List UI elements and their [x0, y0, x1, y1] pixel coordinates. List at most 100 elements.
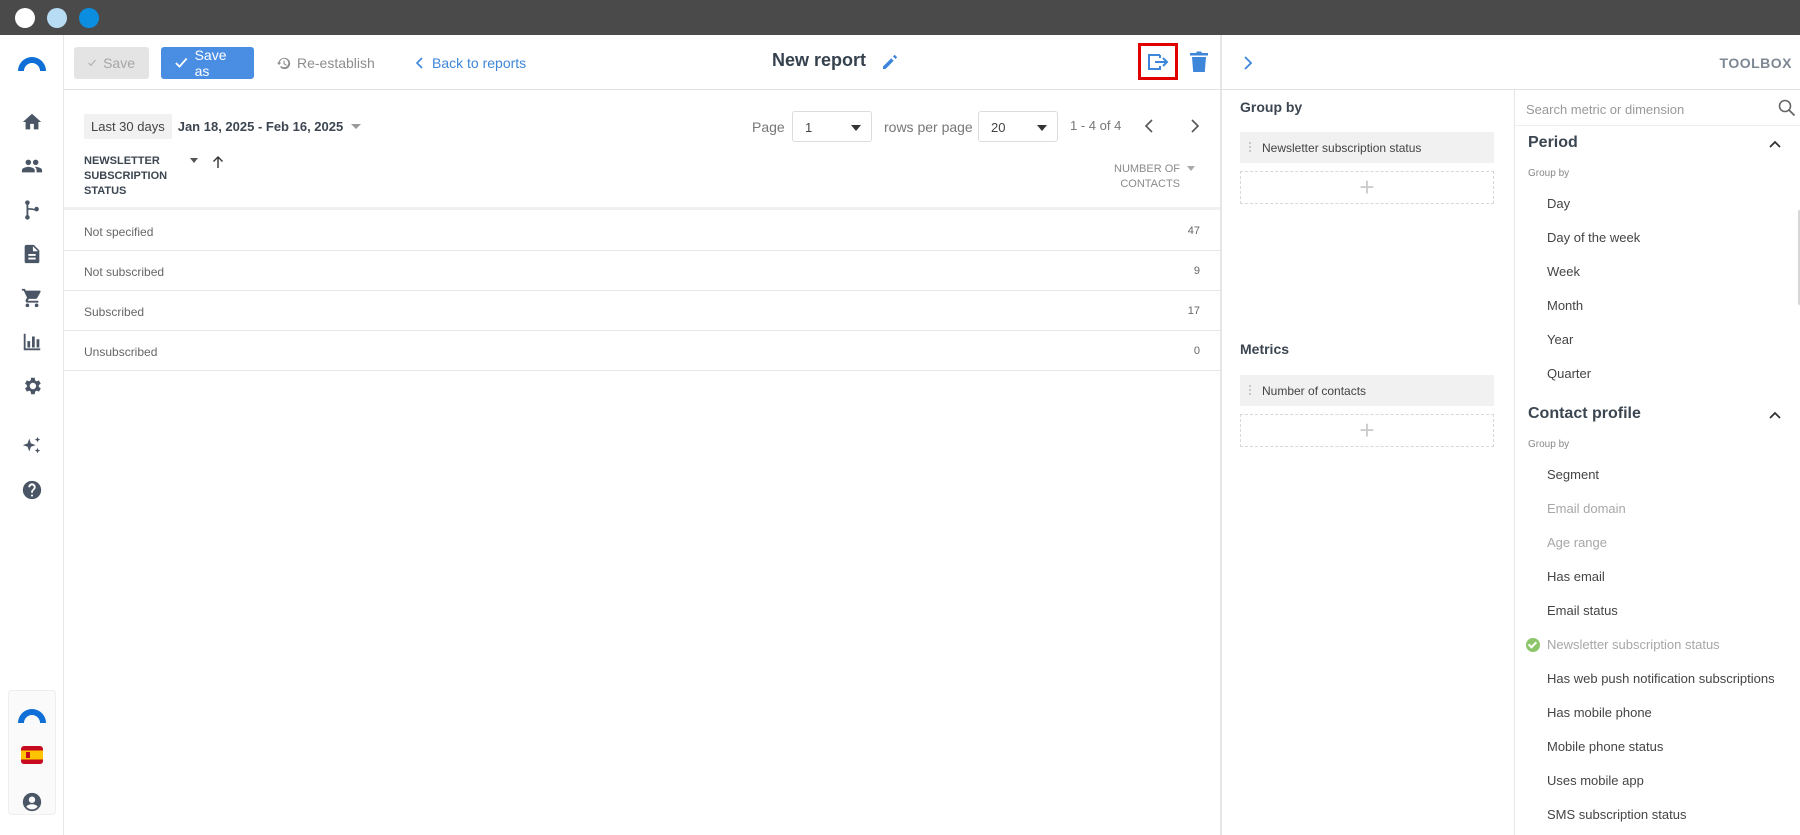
date-range[interactable]: Jan 18, 2025 - Feb 16, 2025: [178, 119, 344, 134]
caret-down-icon[interactable]: [351, 124, 362, 129]
group-by-chip[interactable]: Newsletter subscription status: [1240, 132, 1494, 163]
toolbox-item-sms-status[interactable]: SMS subscription status: [1547, 807, 1686, 822]
header-line: STATUS: [84, 185, 127, 197]
save-button[interactable]: Save: [74, 47, 149, 79]
brand-small-logo-icon[interactable]: [16, 703, 48, 723]
save-as-button[interactable]: Save as: [161, 47, 254, 79]
category-title-period[interactable]: Period: [1528, 134, 1578, 152]
panel-header: TOOLBOX: [1222, 35, 1800, 90]
group-by-chip-label: Newsletter subscription status: [1262, 141, 1422, 155]
column-menu-caret-icon[interactable]: [1187, 166, 1195, 171]
page-select-value: 1: [805, 120, 813, 135]
toolbox-item-newsletter-status: Newsletter subscription status: [1547, 637, 1720, 652]
toolbox-item-email-status[interactable]: Email status: [1547, 603, 1618, 618]
header-line: NUMBER OF: [1114, 163, 1180, 175]
row-value: 47: [1187, 225, 1200, 237]
toolbox-item-segment[interactable]: Segment: [1547, 467, 1599, 482]
save-as-button-label: Save as: [194, 47, 227, 79]
row-label: Not specified: [84, 225, 154, 239]
column-menu-caret-icon[interactable]: [190, 158, 198, 163]
header-line: CONTACTS: [1120, 178, 1180, 190]
back-to-reports-label: Back to reports: [432, 55, 527, 71]
row-label: Not subscribed: [84, 265, 165, 279]
save-button-label: Save: [103, 55, 135, 71]
toolbox-search-input[interactable]: Search metric or dimension: [1515, 90, 1800, 126]
contacts-icon[interactable]: [18, 152, 46, 180]
drag-handle-icon[interactable]: [1248, 384, 1252, 397]
caret-down-icon: [1037, 125, 1047, 131]
back-to-reports-link[interactable]: Back to reports: [414, 47, 526, 79]
group-by-title: Group by: [1240, 99, 1303, 115]
check-icon: [175, 57, 188, 68]
toolbox-item-day-of-week[interactable]: Day of the week: [1547, 230, 1640, 245]
check-icon: [88, 59, 96, 67]
sort-ascending-arrow-icon[interactable]: [210, 154, 226, 170]
category-sub-label: Group by: [1528, 439, 1570, 450]
header-divider: [64, 207, 1220, 210]
row-label: Unsubscribed: [84, 345, 158, 359]
window-maximize-dot[interactable]: [79, 8, 99, 28]
page-select[interactable]: 1: [792, 111, 872, 142]
chevron-up-icon[interactable]: [1768, 408, 1782, 422]
window-close-dot[interactable]: [15, 8, 35, 28]
chevron-up-icon[interactable]: [1768, 137, 1782, 151]
toolbox-item-year[interactable]: Year: [1547, 332, 1573, 347]
column-header-newsletter-status[interactable]: NEWSLETTER SUBSCRIPTION STATUS: [84, 154, 179, 199]
toolbox-item-age-range: Age range: [1547, 535, 1607, 550]
export-icon: [1148, 53, 1169, 70]
delete-trash-icon[interactable]: [1188, 50, 1210, 74]
collapse-panel-chevron-icon[interactable]: [1240, 55, 1256, 71]
pagination-range: 1 - 4 of 4: [1070, 118, 1122, 133]
table-row: Subscribed 17: [64, 291, 1220, 331]
category-title-contact-profile[interactable]: Contact profile: [1528, 405, 1641, 423]
reports-chart-icon[interactable]: [18, 328, 46, 356]
toolbox-item-week[interactable]: Week: [1547, 264, 1580, 279]
rows-per-page-label: rows per page: [884, 119, 973, 135]
drag-handle-icon[interactable]: [1248, 141, 1252, 154]
report-toolbar: Save Save as Re-establish Back to report…: [64, 35, 1220, 90]
search-icon[interactable]: [1778, 99, 1796, 117]
metrics-chip[interactable]: Number of contacts: [1240, 375, 1494, 406]
toolbox-item-mobile-phone-status[interactable]: Mobile phone status: [1547, 739, 1663, 754]
row-label: Subscribed: [84, 305, 145, 319]
automation-flow-icon[interactable]: [18, 196, 46, 224]
period-chip[interactable]: Last 30 days: [84, 114, 172, 139]
ai-sparkle-icon[interactable]: [18, 432, 46, 460]
reestablish-label: Re-establish: [297, 55, 375, 71]
toolbox-item-uses-mobile-app[interactable]: Uses mobile app: [1547, 773, 1644, 788]
table-row: Not subscribed 9: [64, 251, 1220, 291]
document-icon[interactable]: [18, 240, 46, 268]
toolbox-item-has-mobile-phone[interactable]: Has mobile phone: [1547, 705, 1652, 720]
page-label: Page: [752, 119, 785, 135]
metrics-title: Metrics: [1240, 341, 1290, 357]
window-minimize-dot[interactable]: [47, 8, 67, 28]
next-page-chevron-icon[interactable]: [1184, 116, 1204, 136]
user-profile-icon[interactable]: [18, 788, 46, 816]
cart-icon[interactable]: [18, 284, 46, 312]
column-header-number-of-contacts[interactable]: NUMBER OF CONTACTS: [1100, 162, 1180, 192]
toolbox-item-web-push[interactable]: Has web push notification subscriptions: [1547, 671, 1775, 686]
rows-per-page-select[interactable]: 20: [978, 111, 1058, 142]
toolbox-item-quarter[interactable]: Quarter: [1547, 366, 1591, 381]
help-icon[interactable]: [18, 476, 46, 504]
report-title: New report: [772, 50, 867, 70]
home-icon[interactable]: [18, 108, 46, 136]
toolbox-item-has-email[interactable]: Has email: [1547, 569, 1605, 584]
edit-pencil-icon[interactable]: [880, 52, 900, 72]
spain-flag-icon[interactable]: [21, 744, 43, 766]
category-sub-label: Group by: [1528, 168, 1570, 179]
export-button[interactable]: [1138, 43, 1178, 80]
reestablish-link[interactable]: Re-establish: [276, 47, 375, 79]
group-by-dropzone[interactable]: +: [1240, 171, 1494, 204]
row-value: 0: [1193, 345, 1200, 357]
toolbox-item-month[interactable]: Month: [1547, 298, 1583, 313]
brand-logo-icon[interactable]: [16, 51, 48, 71]
period-selector[interactable]: Last 30 days Jan 18, 2025 - Feb 16, 2025: [84, 114, 362, 139]
row-value: 9: [1193, 265, 1200, 277]
add-plus-icon: +: [1359, 172, 1375, 202]
settings-gear-icon[interactable]: [18, 372, 46, 400]
prev-page-chevron-icon[interactable]: [1140, 116, 1160, 136]
metrics-dropzone[interactable]: +: [1240, 414, 1494, 447]
toolbox-item-day[interactable]: Day: [1547, 196, 1570, 211]
table-row: Not specified 47: [64, 211, 1220, 251]
